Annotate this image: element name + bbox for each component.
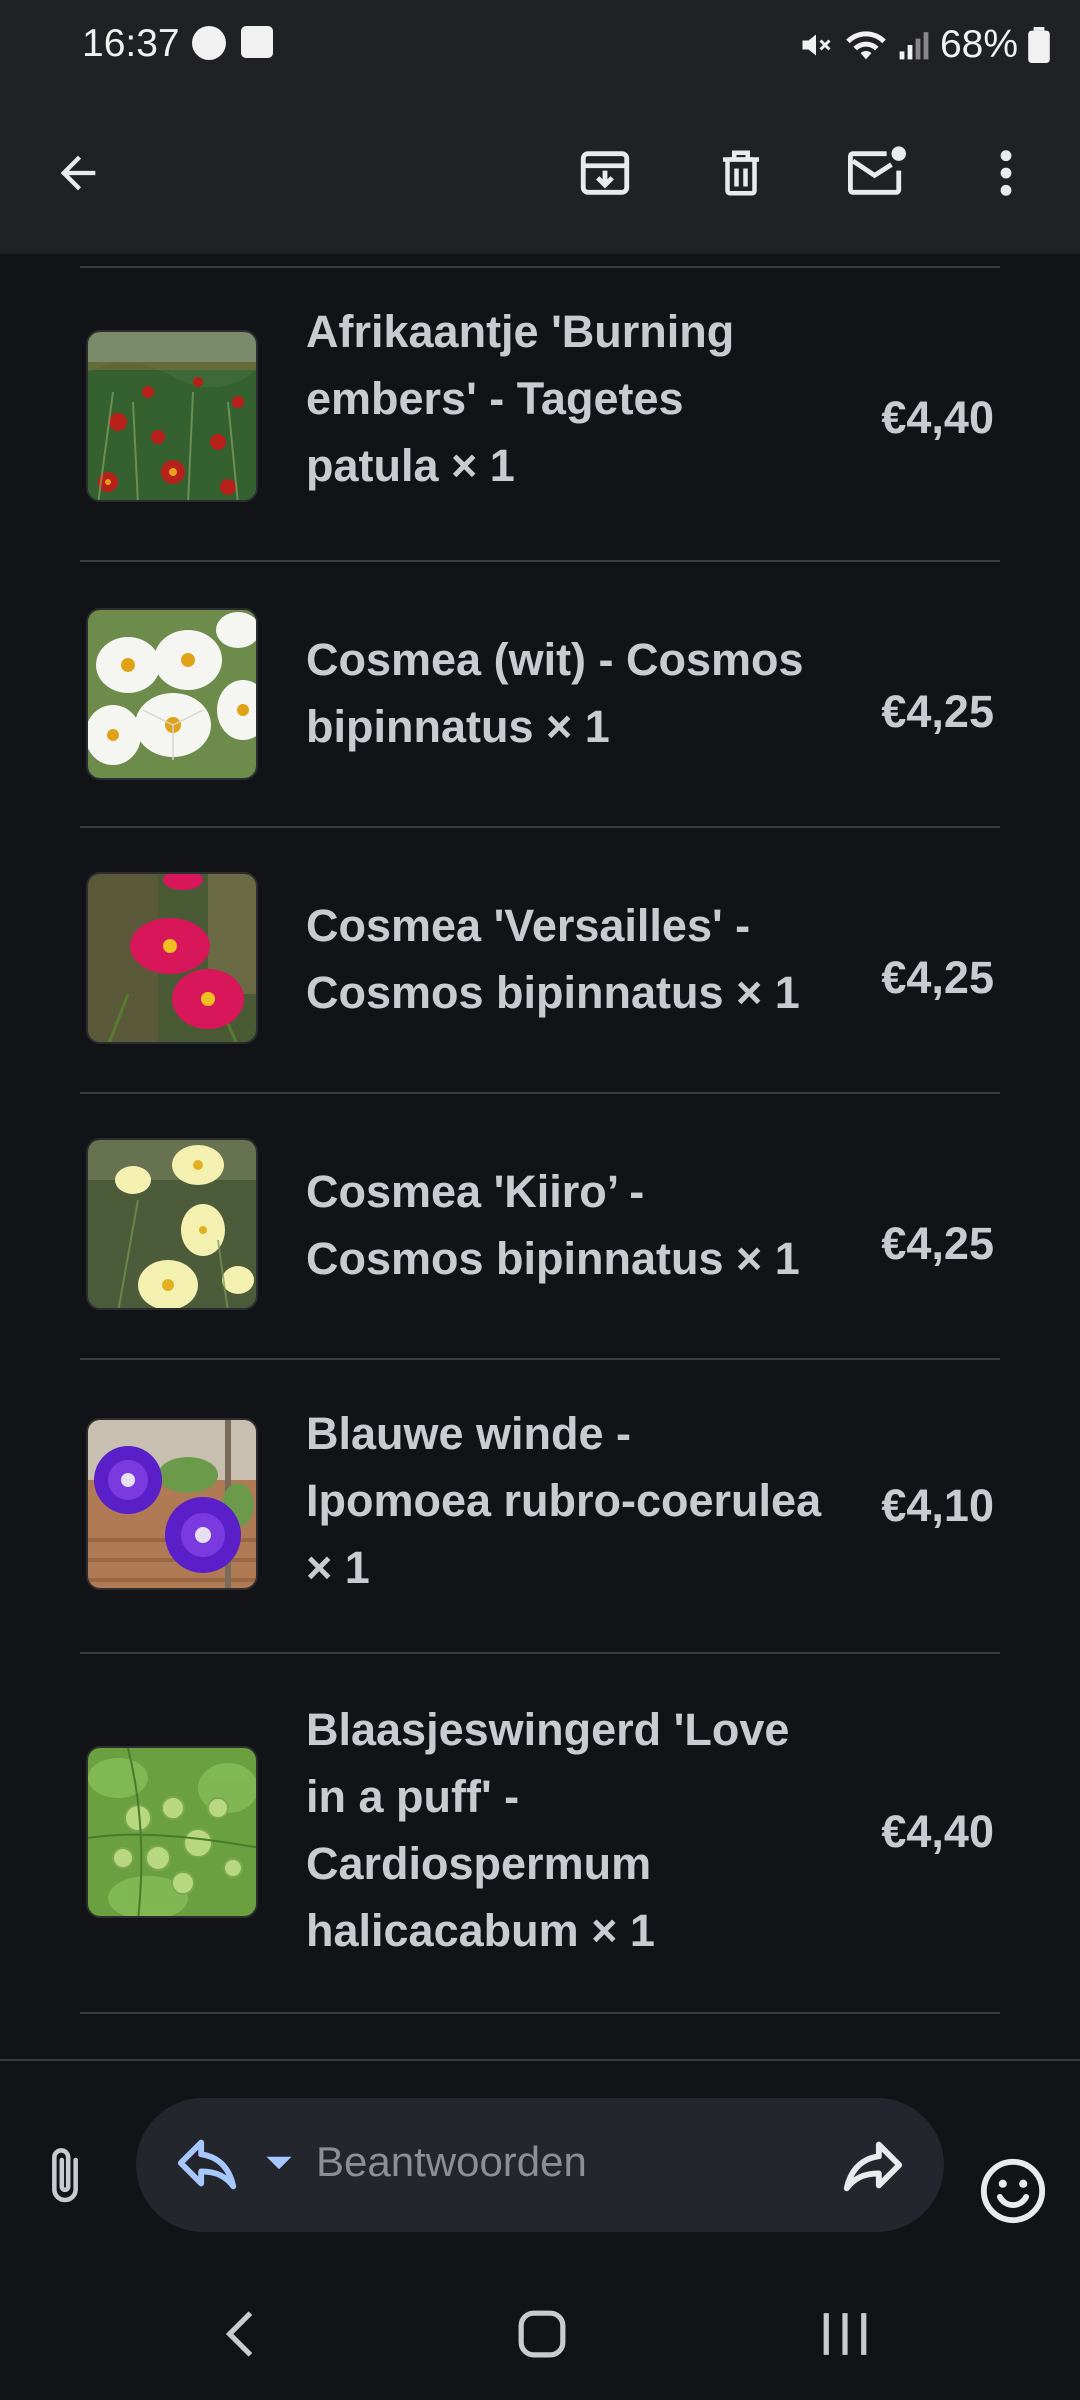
- archive-icon: [580, 151, 630, 195]
- reply-placeholder[interactable]: Beantwoorden: [316, 2138, 587, 2186]
- status-right-group: 68%: [798, 20, 1050, 70]
- delete-button[interactable]: [696, 128, 786, 218]
- mute-icon: [802, 34, 831, 56]
- forward-icon[interactable]: [838, 2130, 908, 2200]
- mark-unread-icon: [848, 146, 906, 195]
- home-square-icon: [518, 2310, 566, 2358]
- more-options-button[interactable]: [961, 128, 1051, 218]
- chevron-left-icon: [225, 2311, 253, 2357]
- more-vert-icon: [1000, 150, 1012, 196]
- item-price: €4,25: [881, 952, 994, 1003]
- product-image-cosmos-kiiro: [86, 1138, 258, 1310]
- paperclip-icon: [52, 2148, 78, 2203]
- archive-button[interactable]: [560, 128, 650, 218]
- item-price: €4,40: [881, 392, 994, 443]
- back-button[interactable]: [33, 128, 123, 218]
- order-item: Blaasjeswingerd 'Love in a puff' - Cardi…: [80, 1654, 1000, 2014]
- item-price: €4,10: [881, 1480, 994, 1531]
- item-name: Cosmea 'Kiiro’ - Cosmos bipinnatus × 1: [306, 1166, 800, 1284]
- status-time: 16:37: [82, 22, 180, 65]
- order-item: Cosmea 'Kiiro’ - Cosmos bipinnatus × 1 €…: [80, 1094, 1000, 1358]
- product-image-cardiospermum: [86, 1746, 258, 1918]
- nav-back-button[interactable]: [190, 2289, 290, 2379]
- recents-icon: [823, 2313, 867, 2355]
- divider: [80, 2012, 1000, 2014]
- system-navigation-bar: [0, 2269, 1080, 2400]
- emoji-icon[interactable]: [978, 2156, 1048, 2226]
- email-body[interactable]: Afrikaantje 'Burning embers' - Tagetes p…: [0, 254, 1080, 2059]
- product-image-ipomoea: [86, 1418, 258, 1590]
- signal-icon: [899, 32, 929, 60]
- arrow-back-icon: [60, 155, 96, 191]
- battery-icon: [1028, 27, 1050, 63]
- status-bar: 16:37 68%: [0, 0, 1080, 92]
- wifi-icon: [846, 31, 886, 60]
- item-name: Afrikaantje 'Burning embers' - Tagetes p…: [306, 306, 735, 491]
- order-item: Blauwe winde - Ipomoea rubro-coerulea × …: [80, 1360, 1000, 1652]
- item-name: Cosmea (wit) - Cosmos bipinnatus × 1: [306, 634, 804, 752]
- notification-check-icon: [241, 26, 273, 58]
- reply-area: Beantwoorden: [0, 2059, 1080, 2269]
- attach-button[interactable]: [30, 2131, 100, 2221]
- nav-recents-button[interactable]: [795, 2289, 895, 2379]
- battery-percentage: 68%: [939, 23, 1018, 66]
- reply-icon[interactable]: [172, 2128, 242, 2198]
- mark-unread-button[interactable]: [832, 128, 922, 218]
- chevron-down-icon[interactable]: [254, 2138, 304, 2188]
- product-image-tagetes: [86, 330, 258, 502]
- item-name: Blaasjeswingerd 'Love in a puff' - Cardi…: [306, 1704, 790, 1956]
- item-price: €4,25: [881, 686, 994, 737]
- email-toolbar: [0, 92, 1080, 254]
- item-name: Blauwe winde - Ipomoea rubro-coerulea × …: [306, 1408, 822, 1593]
- trash-icon: [723, 150, 759, 196]
- order-item: Afrikaantje 'Burning embers' - Tagetes p…: [80, 268, 1000, 548]
- notification-app-icon: [192, 26, 226, 60]
- item-price: €4,40: [881, 1806, 994, 1857]
- nav-home-button[interactable]: [492, 2289, 592, 2379]
- order-item: Cosmea 'Versailles' - Cosmos bipinnatus …: [80, 828, 1000, 1092]
- order-item: Cosmea (wit) - Cosmos bipinnatus × 1 €4,…: [80, 562, 1000, 826]
- product-image-cosmos-versailles: [86, 872, 258, 1044]
- reply-field[interactable]: Beantwoorden: [136, 2098, 944, 2232]
- product-image-cosmos-white: [86, 608, 258, 780]
- item-price: €4,25: [881, 1218, 994, 1269]
- item-name: Cosmea 'Versailles' - Cosmos bipinnatus …: [306, 900, 800, 1018]
